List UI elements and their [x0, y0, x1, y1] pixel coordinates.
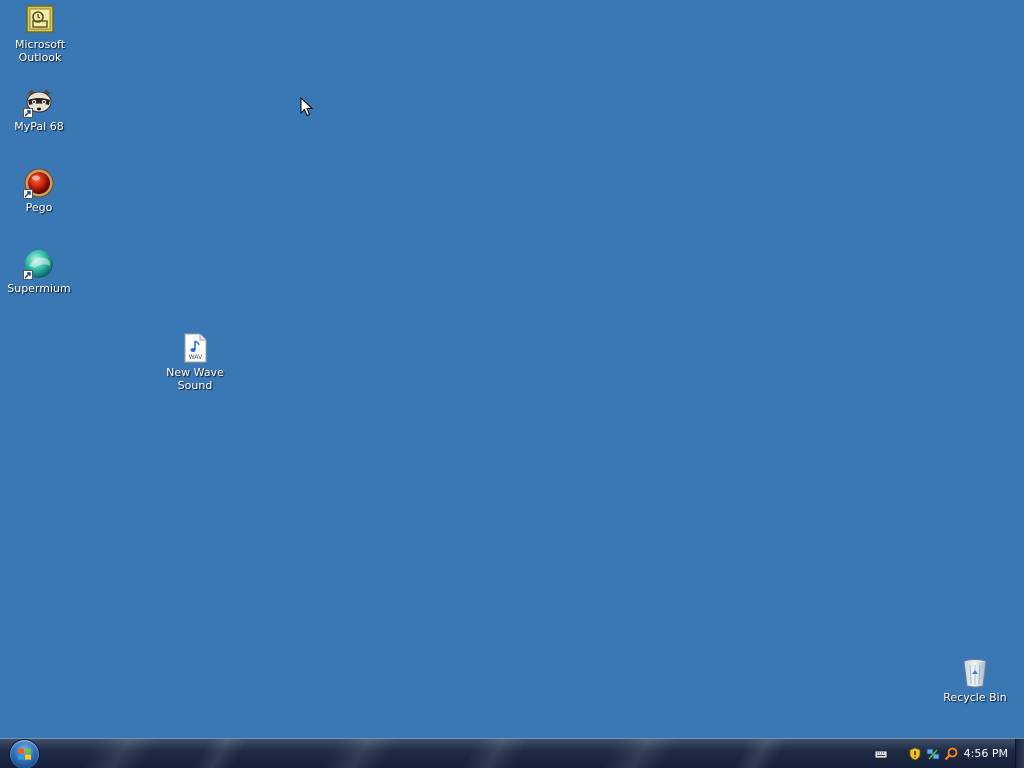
desktop-icon-label: Recycle Bin	[943, 691, 1007, 704]
desktop-icon-recycle-bin[interactable]: Recycle Bin	[935, 657, 1015, 704]
start-button[interactable]	[10, 740, 39, 768]
mypal-raccoon-icon	[23, 86, 55, 118]
desktop-icon-pego[interactable]: Pego	[0, 167, 79, 214]
desktop-icon-microsoft-outlook[interactable]: Microsoft Outlook	[0, 4, 80, 64]
windows-orb-icon	[18, 748, 31, 760]
mouse-pointer-icon	[300, 96, 314, 121]
keyboard-icon[interactable]	[874, 746, 888, 760]
security-shield-icon[interactable]	[908, 746, 922, 761]
recycle-bin-icon	[959, 657, 991, 689]
shortcut-arrow-icon	[23, 270, 33, 280]
desktop-icon-label: Supermium	[7, 282, 71, 295]
desktop-icon-mypal-68[interactable]: MyPal 68	[0, 86, 79, 133]
network-icon[interactable]	[926, 746, 940, 760]
desktop-icon-label: MyPal 68	[14, 120, 64, 133]
search-icon[interactable]	[944, 746, 958, 761]
desktop-icon-label: New Wave Sound	[166, 366, 224, 392]
desktop[interactable]: Microsoft Outlook MyPal 68 Pego Supermiu…	[0, 0, 1024, 738]
show-desktop-button[interactable]	[1015, 739, 1024, 768]
supermium-icon	[23, 248, 55, 280]
notification-area: 4:56 PM	[864, 739, 1024, 768]
taskbar-clock[interactable]: 4:56 PM	[964, 747, 1008, 760]
desktop-icon-new-wave-sound[interactable]: WAV New Wave Sound	[155, 332, 235, 392]
outlook-icon	[24, 4, 56, 36]
shortcut-arrow-icon	[23, 189, 33, 199]
taskbar: 4:56 PM	[0, 738, 1024, 768]
pego-ball-icon	[23, 167, 55, 199]
desktop-icon-label: Pego	[25, 201, 53, 214]
desktop-icon-label: Microsoft Outlook	[14, 38, 66, 64]
desktop-icon-supermium[interactable]: Supermium	[0, 248, 79, 295]
wav-badge-text: WAV	[189, 354, 203, 361]
wav-file-icon: WAV	[179, 332, 211, 364]
shortcut-arrow-icon	[23, 108, 33, 118]
